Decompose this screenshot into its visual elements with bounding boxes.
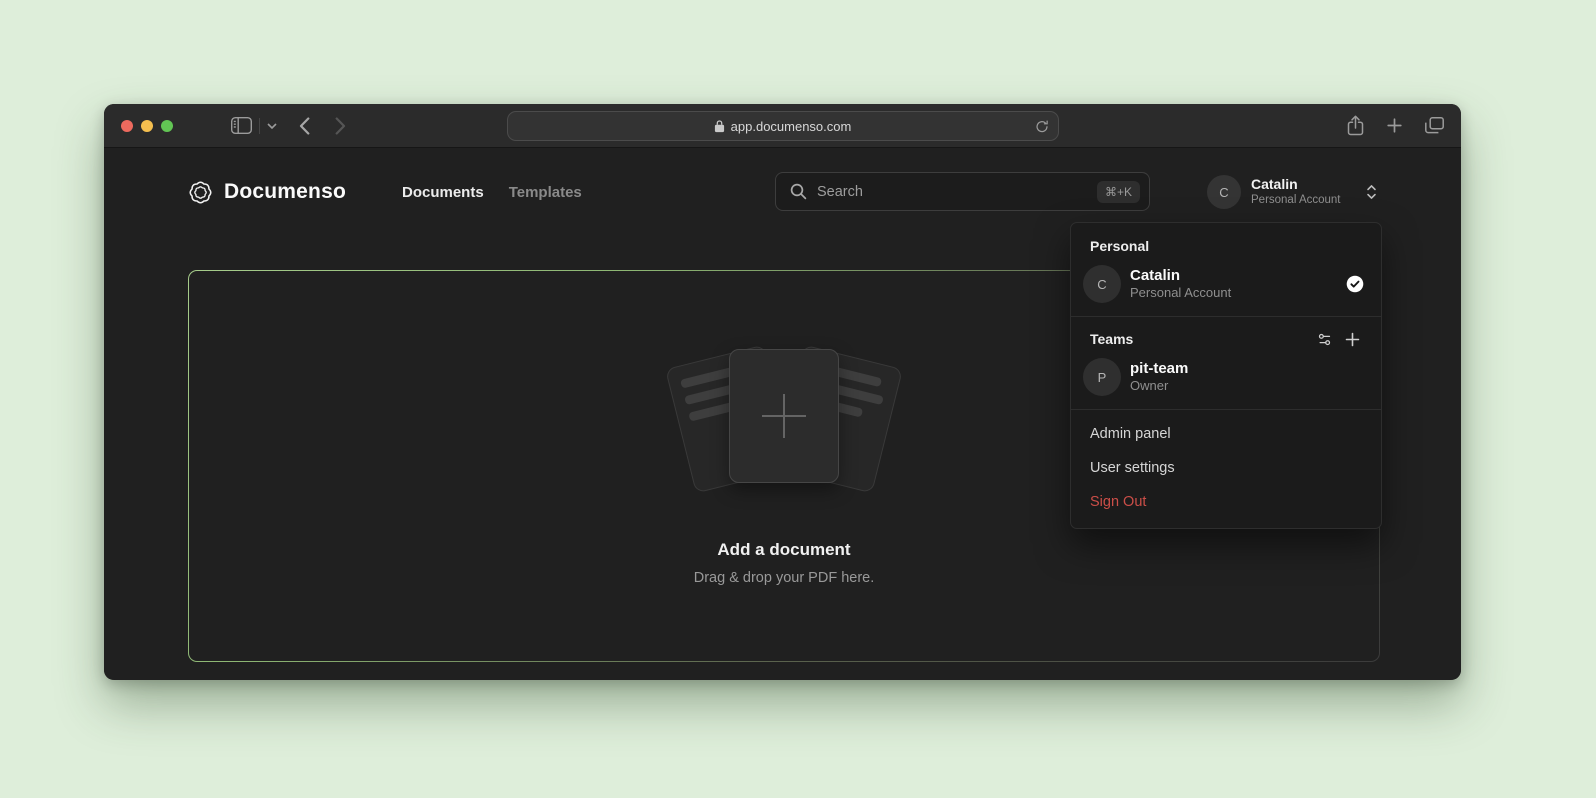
lock-icon — [714, 119, 725, 133]
dropzone-title: Add a document — [717, 540, 850, 560]
check-circle-icon — [1346, 275, 1364, 293]
document-stack-illustration — [666, 338, 902, 502]
personal-account-option[interactable]: C Catalin Personal Account — [1071, 259, 1381, 309]
address-bar[interactable]: app.documenso.com — [507, 111, 1059, 141]
address-text: app.documenso.com — [731, 119, 852, 134]
menu-divider — [1071, 316, 1381, 317]
main-nav: Documents Templates — [402, 184, 582, 201]
reload-icon[interactable] — [1035, 119, 1049, 134]
personal-section-label: Personal — [1071, 231, 1381, 259]
back-icon[interactable] — [299, 117, 310, 135]
zoom-button[interactable] — [161, 120, 173, 132]
account-menu-trigger[interactable]: C Catalin Personal Account — [1207, 170, 1378, 214]
account-type: Personal Account — [1130, 286, 1231, 301]
account-type: Personal Account — [1251, 194, 1341, 207]
account-dropdown-menu: Personal C Catalin Personal Account — [1070, 222, 1382, 529]
search-input[interactable]: Search ⌘+K — [775, 172, 1150, 211]
menu-divider — [1071, 409, 1381, 410]
menu-item-user-settings[interactable]: User settings — [1071, 451, 1381, 485]
search-icon — [790, 183, 807, 200]
team-name: pit-team — [1130, 360, 1188, 377]
plus-icon — [730, 350, 838, 482]
teams-section-text: Teams — [1090, 331, 1133, 347]
window-controls — [121, 120, 173, 132]
document-card-center — [729, 349, 839, 483]
search-placeholder: Search — [817, 184, 863, 200]
tab-overview-icon[interactable] — [1425, 117, 1444, 134]
team-preferences-icon[interactable] — [1317, 332, 1332, 347]
toolbar-right-actions — [1347, 115, 1444, 136]
sidebar-controls — [231, 117, 277, 134]
documenso-logo — [187, 179, 214, 206]
sidebar-chevron-down-icon[interactable] — [267, 123, 277, 129]
account-name: Catalin — [1130, 267, 1231, 284]
share-icon[interactable] — [1347, 115, 1364, 136]
menu-item-admin-panel[interactable]: Admin panel — [1071, 417, 1381, 451]
history-navigation — [299, 117, 346, 135]
documenso-app-page: Documenso Documents Templates Search ⌘+K — [104, 148, 1461, 679]
browser-window: app.documenso.com — [104, 104, 1461, 680]
toolbar-divider — [259, 118, 260, 134]
account-name: Catalin — [1251, 177, 1341, 192]
desktop-background: app.documenso.com — [0, 0, 1596, 798]
brand[interactable]: Documenso — [187, 179, 346, 206]
minimize-button[interactable] — [141, 120, 153, 132]
forward-icon[interactable] — [335, 117, 346, 135]
menu-item-sign-out[interactable]: Sign Out — [1071, 485, 1381, 519]
chevrons-up-down-icon — [1365, 184, 1378, 200]
nav-templates[interactable]: Templates — [509, 184, 582, 201]
teams-section-label: Teams — [1071, 324, 1381, 352]
brand-name: Documenso — [224, 180, 346, 204]
add-team-icon[interactable] — [1345, 332, 1360, 347]
dropzone-subtitle: Drag & drop your PDF here. — [694, 570, 875, 586]
browser-toolbar: app.documenso.com — [104, 104, 1461, 148]
avatar: C — [1207, 175, 1241, 209]
sidebar-toggle-icon[interactable] — [231, 117, 252, 134]
team-role: Owner — [1130, 379, 1188, 394]
avatar: C — [1083, 265, 1121, 303]
avatar: P — [1083, 358, 1121, 396]
close-button[interactable] — [121, 120, 133, 132]
nav-documents[interactable]: Documents — [402, 184, 484, 201]
team-option[interactable]: P pit-team Owner — [1071, 352, 1381, 402]
search-shortcut-badge: ⌘+K — [1097, 181, 1140, 203]
new-tab-icon[interactable] — [1387, 118, 1402, 133]
